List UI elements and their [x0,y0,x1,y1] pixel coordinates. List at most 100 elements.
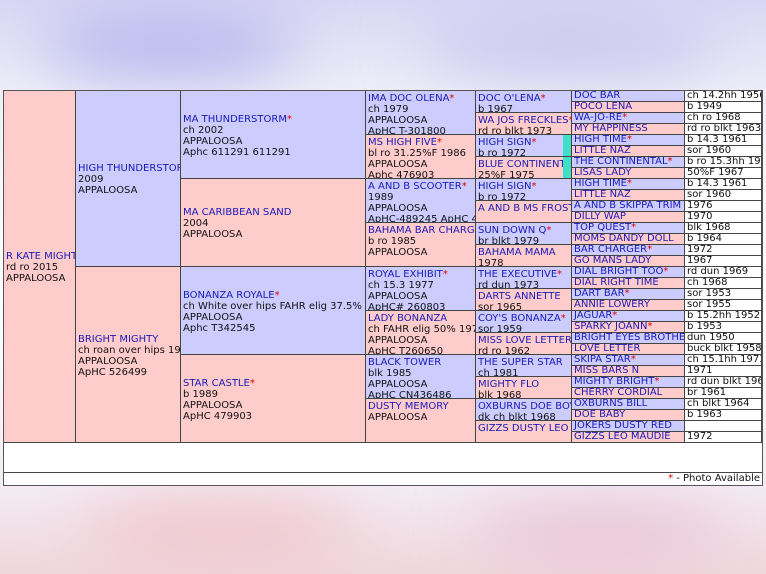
horse-name[interactable]: MISS BARS N [574,366,639,376]
horse-name[interactable]: BLUE CONTINENTAL [478,159,571,170]
horse-name[interactable]: BAHAMA MAMA [478,247,556,258]
pedigree-cell[interactable]: MISS BARS N [572,366,685,377]
horse-name[interactable]: LISAS LADY [574,168,631,178]
pedigree-cell[interactable]: DILLY WAP [572,212,685,223]
horse-name[interactable]: DART BAR [574,289,625,299]
horse-name[interactable]: MA CARIBBEAN SAND [183,207,291,218]
horse-name[interactable]: SUN DOWN Q [478,225,546,236]
pedigree-cell[interactable]: STAR CASTLE* b 1989 APPALOOSA ApHC 479903 [181,355,366,443]
horse-name[interactable]: STAR CASTLE [183,378,250,389]
pedigree-cell[interactable]: JOKERS DUSTY RED [572,421,685,432]
horse-name[interactable]: DOC BAR [574,91,620,101]
pedigree-cell[interactable]: TOP QUEST* [572,223,685,234]
pedigree-cell[interactable]: MISS LOVE LETTERS rd ro 1962 [476,333,572,355]
pedigree-cell[interactable]: WA JOS FRECKLES*rd ro blkt 1973 [476,113,572,135]
horse-name[interactable]: A AND B SKIPPA TRIM [574,201,681,211]
pedigree-cell[interactable]: A AND B SKIPPA TRIM [572,201,685,212]
horse-name[interactable]: BAR CHARGER [574,245,647,255]
pedigree-cell[interactable]: BLUE CONTINENTAL 25%F 1975 [476,157,572,179]
pedigree-cell[interactable]: OXBURNS BILL [572,399,685,410]
pedigree-cell[interactable]: IMA DOC OLENA* ch 1979 APPALOOSA ApHC T-301… [366,91,476,135]
horse-name[interactable]: MIGHTY BRIGHT [574,377,654,387]
horse-name[interactable]: LADY BONANZA [368,313,447,324]
pedigree-cell[interactable]: DUSTY MEMORY APPALOOSA [366,399,476,443]
pedigree-cell[interactable]: BAHAMA MAMA 1978 [476,245,572,267]
horse-name[interactable]: OXBURNS DOE BOY [478,401,571,412]
pedigree-cell[interactable]: HIGH TIME* [572,135,685,146]
horse-name[interactable]: R KATE MIGHTY [6,251,75,262]
horse-name[interactable]: ANNIE LOWERY [574,300,650,310]
pedigree-cell[interactable]: LADY BONANZA ch FAHR elig 50% 1977 APPALOO… [366,311,476,355]
pedigree-cell[interactable]: DOC O'LENA* b 1967 [476,91,572,113]
pedigree-cell[interactable]: BONANZA ROYALE* ch White over hips FAHR e… [181,267,366,355]
pedigree-cell[interactable]: DIAL BRIGHT TOO* [572,267,685,278]
pedigree-cell[interactable]: HIGH TIME* [572,179,685,190]
horse-name[interactable]: LITTLE NAZ [574,146,631,156]
horse-name[interactable]: CHERRY CORDIAL [574,388,662,398]
pedigree-cell[interactable]: OXBURNS DOE BOY*dk ch blkt 1968 [476,399,572,421]
pedigree-cell[interactable]: R KATE MIGHTY rd ro 2015 APPALOOSA [4,91,76,443]
pedigree-cell[interactable]: DARTS ANNETTE sor 1965 [476,289,572,311]
horse-name[interactable]: GIZZS LEO MAUDIE [574,432,671,442]
pedigree-cell[interactable]: HIGH SIGN* b ro 1972 [476,179,572,201]
horse-name[interactable]: MISS LOVE LETTERS [478,335,571,346]
horse-name[interactable]: A AND B MS FROSTY [478,203,571,214]
horse-name[interactable]: MOMS DANDY DOLL [574,234,674,244]
pedigree-cell[interactable]: LOVE LETTER [572,344,685,355]
horse-name[interactable]: LITTLE NAZ [574,190,631,200]
horse-name[interactable]: HIGH TIME [574,135,627,145]
pedigree-cell[interactable]: THE CONTINENTAL* [572,157,685,168]
pedigree-cell[interactable]: MIGHTY BRIGHT* [572,377,685,388]
horse-name[interactable]: HIGH SIGN [478,137,531,148]
pedigree-cell[interactable]: A AND B MS FROSTY [476,201,572,223]
pedigree-cell[interactable]: MY HAPPINESS [572,124,685,135]
horse-name[interactable]: THE EXECUTIVE [478,269,557,280]
horse-name[interactable]: LOVE LETTER [574,344,640,354]
pedigree-cell[interactable]: MS HIGH FIVE* bl ro 31.25%F 1986 APPALOOSA… [366,135,476,179]
pedigree-cell[interactable]: DOC BAR [572,91,685,102]
horse-name[interactable]: IMA DOC OLENA [368,93,449,104]
horse-name[interactable]: WA JOS FRECKLES [478,115,569,126]
horse-name[interactable]: DILLY WAP [574,212,626,222]
horse-name[interactable]: OXBURNS BILL [574,399,647,409]
horse-name[interactable]: HIGH SIGN [478,181,531,192]
horse-name[interactable]: SPARKY JOANN [574,322,647,332]
horse-name[interactable]: DIAL RIGHT TIME [574,278,659,288]
pedigree-cell[interactable]: LITTLE NAZ [572,146,685,157]
horse-name[interactable]: COY'S BONANZA [478,313,561,324]
pedigree-cell[interactable]: POCO LENA [572,102,685,113]
horse-name[interactable]: A AND B SCOOTER [368,181,462,192]
horse-name[interactable]: WA-JO-RE [574,113,622,123]
pedigree-cell[interactable]: ANNIE LOWERY [572,300,685,311]
pedigree-cell[interactable]: THE EXECUTIVE* rd dun 1973 [476,267,572,289]
pedigree-cell[interactable]: MOMS DANDY DOLL [572,234,685,245]
pedigree-cell[interactable]: SKIPA STAR* [572,355,685,366]
pedigree-cell[interactable]: WA-JO-RE* [572,113,685,124]
pedigree-cell[interactable]: BAHAMA BAR CHARGE b ro 1985 APPALOOSA [366,223,476,267]
horse-name[interactable]: JOKERS DUSTY RED [574,421,672,431]
pedigree-cell[interactable]: LISAS LADY [572,168,685,179]
pedigree-cell[interactable]: BRIGHT EYES BROTHER* [572,333,685,344]
pedigree-cell[interactable]: DART BAR* [572,289,685,300]
pedigree-cell[interactable]: LITTLE NAZ [572,190,685,201]
pedigree-cell[interactable]: A AND B SCOOTER* 1989 APPALOOSA ApHC-489245… [366,179,476,223]
horse-name[interactable]: HIGH THUNDERSTORM [78,163,180,174]
horse-name[interactable]: JAGUAR [574,311,612,321]
pedigree-cell[interactable]: DOE BABY [572,410,685,421]
horse-name[interactable]: POCO LENA [574,102,632,112]
horse-name[interactable]: SKIPA STAR [574,355,631,365]
horse-name[interactable]: MY HAPPINESS [574,124,648,134]
horse-name[interactable]: DOC O'LENA [478,93,541,104]
pedigree-cell[interactable]: BRIGHT MIGHTYch roan over hips 1993APPAL… [76,267,181,443]
pedigree-cell[interactable]: THE SUPER STAR ch 1981 [476,355,572,377]
horse-name[interactable]: ROYAL EXHIBIT [368,269,443,280]
pedigree-cell[interactable]: BLACK TOWER blk 1985 APPALOOSA ApHC CN43648… [366,355,476,399]
horse-name[interactable]: MS HIGH FIVE [368,137,437,148]
pedigree-cell[interactable]: GIZZS LEO MAUDIE [572,432,685,443]
pedigree-cell[interactable]: GIZZS DUSTY LEO [476,421,572,443]
horse-name[interactable]: BRIGHT MIGHTY [78,334,158,345]
pedigree-cell[interactable]: MA THUNDERSTORM* ch 2002 APPALOOSA Aphc 611… [181,91,366,179]
horse-name[interactable]: GIZZS DUSTY LEO [478,423,568,434]
horse-name[interactable]: THE CONTINENTAL [574,157,668,167]
pedigree-cell[interactable]: SPARKY JOANN* [572,322,685,333]
